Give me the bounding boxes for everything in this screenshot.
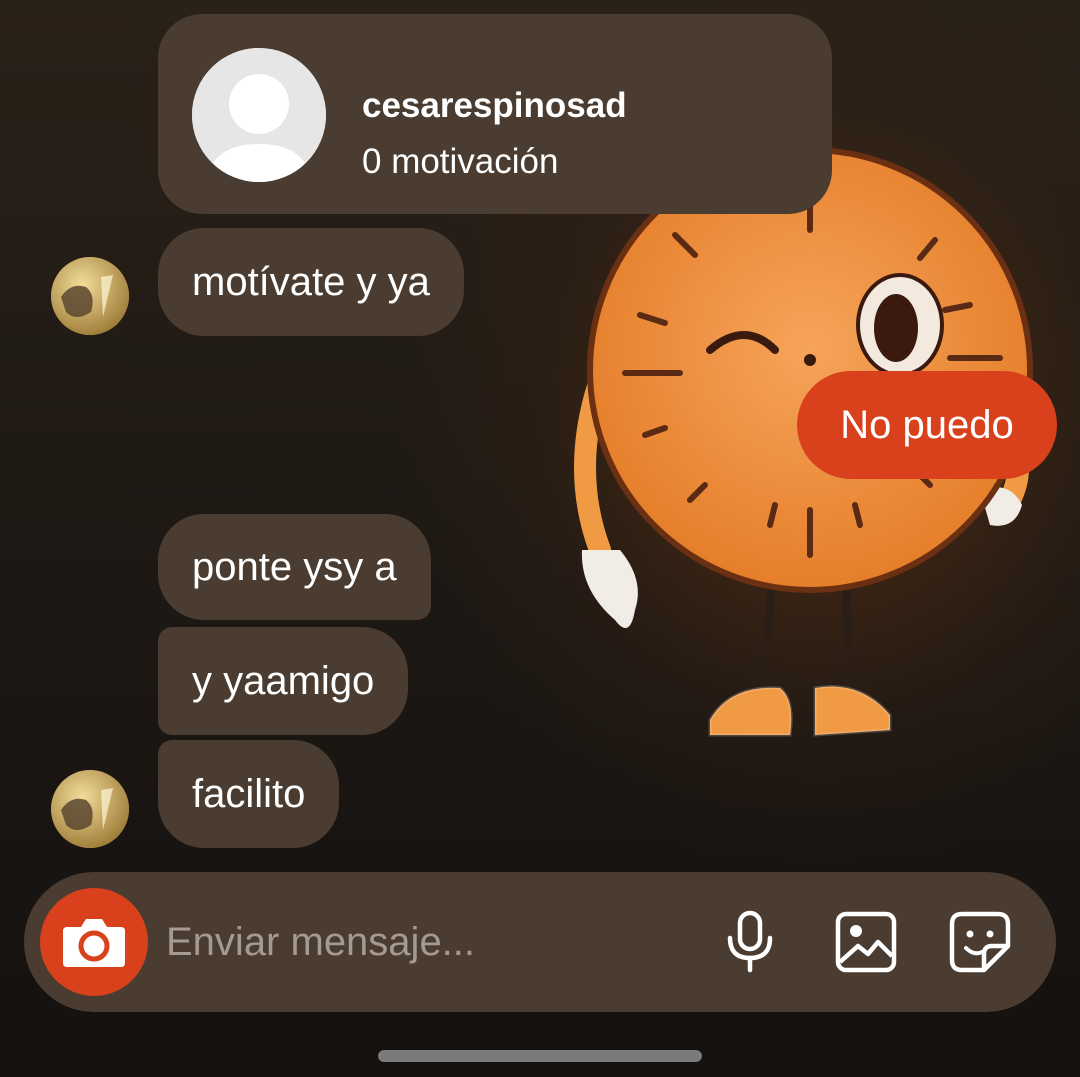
message-bubble-received[interactable]: motívate y ya	[158, 228, 464, 336]
sender-avatar[interactable]	[51, 770, 129, 848]
message-bubble-received[interactable]: ponte ysy a	[158, 514, 431, 620]
profile-avatar[interactable]	[192, 48, 326, 182]
message-bubble-sent[interactable]: No puedo	[797, 371, 1057, 479]
message-text: ponte ysy a	[192, 545, 397, 589]
sticker-icon	[949, 911, 1011, 973]
message-composer	[24, 872, 1056, 1012]
gallery-button[interactable]	[832, 908, 900, 976]
profile-subtitle: 0 motivación	[362, 142, 559, 181]
microphone-icon	[727, 910, 773, 973]
message-text: y yaamigo	[192, 659, 375, 703]
camera-button[interactable]	[40, 888, 148, 996]
message-text: motívate y ya	[192, 260, 430, 304]
gallery-icon	[835, 911, 897, 973]
default-user-icon	[192, 48, 326, 182]
profile-username: cesarespinosad	[362, 86, 627, 125]
sticker-button[interactable]	[946, 908, 1014, 976]
sender-avatar[interactable]	[51, 257, 129, 335]
sender-avatar-image	[51, 770, 129, 848]
sender-avatar-image	[51, 257, 129, 335]
profile-card[interactable]: cesarespinosad 0 motivación	[158, 14, 832, 214]
message-text: No puedo	[840, 402, 1014, 447]
message-input[interactable]	[166, 912, 686, 972]
voice-button[interactable]	[716, 908, 784, 976]
camera-icon	[63, 919, 125, 967]
message-text: facilito	[192, 772, 306, 816]
message-bubble-received[interactable]: facilito	[158, 740, 340, 848]
message-bubble-received[interactable]: y yaamigo	[158, 627, 409, 735]
home-indicator[interactable]	[378, 1050, 702, 1062]
